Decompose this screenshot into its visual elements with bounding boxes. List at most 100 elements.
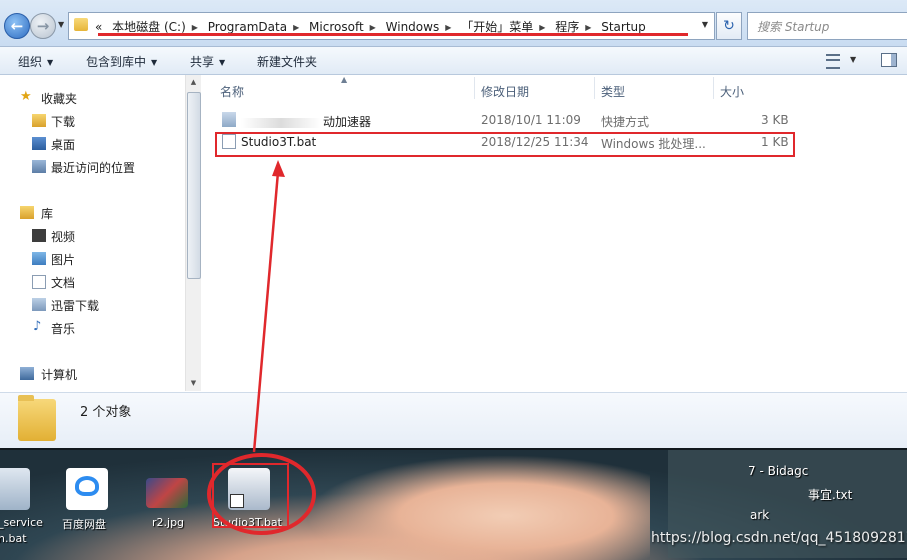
chevron-down-icon[interactable]: ▼ bbox=[702, 20, 708, 29]
redacted-text bbox=[241, 117, 321, 128]
annotation-circle bbox=[207, 453, 316, 535]
computer-icon bbox=[20, 367, 34, 380]
chevron-right-icon[interactable]: ▶ bbox=[293, 23, 299, 32]
documents-icon bbox=[32, 275, 46, 289]
preview-pane-icon[interactable] bbox=[881, 53, 897, 67]
nav-item-downloads[interactable]: 下载 bbox=[51, 113, 75, 130]
desktop-icon-label: n.bat bbox=[0, 532, 27, 545]
column-header-modified[interactable]: 修改日期 bbox=[481, 83, 529, 100]
batch-file-icon[interactable] bbox=[0, 468, 30, 510]
baidu-netdisk-icon[interactable] bbox=[66, 468, 108, 510]
include-library-button[interactable]: 包含到库中 ▼ bbox=[86, 53, 157, 70]
file-list: ▲ 名称 修改日期 类型 大小 动加速器 2018/10/1 11:09 快捷方… bbox=[201, 75, 907, 391]
back-arrow-icon: ← bbox=[10, 17, 24, 35]
desktop-file-label[interactable]: 7 - Bidagc bbox=[748, 464, 808, 478]
chevron-right-icon[interactable]: ▶ bbox=[445, 23, 451, 32]
file-type: 快捷方式 bbox=[601, 115, 650, 129]
folder-icon bbox=[18, 395, 56, 441]
column-header-type[interactable]: 类型 bbox=[601, 83, 625, 100]
scroll-down-icon[interactable]: ▼ bbox=[186, 376, 201, 391]
wallpaper-photo bbox=[290, 450, 650, 560]
file-row[interactable]: 动加速器 2018/10/1 11:09 快捷方式 3 KB bbox=[219, 110, 791, 130]
breadcrumb-prefix[interactable]: « bbox=[95, 20, 102, 34]
chevron-down-icon: ▼ bbox=[219, 58, 226, 67]
file-modified: 2018/10/1 11:09 bbox=[481, 113, 581, 127]
column-divider[interactable] bbox=[713, 77, 714, 99]
search-placeholder: 搜索 Startup bbox=[757, 20, 830, 34]
forward-arrow-icon: → bbox=[36, 17, 50, 35]
organize-label: 组织 bbox=[18, 55, 43, 69]
new-folder-button[interactable]: 新建文件夹 bbox=[257, 53, 317, 70]
desktop-icon-label: 百度网盘 bbox=[62, 518, 106, 531]
file-name: 动加速器 bbox=[241, 113, 371, 130]
chevron-right-icon[interactable]: ▶ bbox=[370, 23, 376, 32]
chevron-down-icon: ▼ bbox=[151, 58, 158, 67]
file-name-text: 动加速器 bbox=[323, 115, 372, 129]
column-header-name[interactable]: 名称 bbox=[220, 83, 244, 100]
thunder-download-icon bbox=[32, 298, 46, 311]
new-folder-label: 新建文件夹 bbox=[257, 55, 318, 69]
view-options-icon[interactable] bbox=[826, 54, 840, 69]
column-divider[interactable] bbox=[594, 77, 595, 99]
address-row: ← → ▼ « 本地磁盘 (C:) ▶ ProgramData ▶ Microsof… bbox=[0, 0, 907, 47]
chevron-right-icon[interactable]: ▶ bbox=[192, 23, 198, 32]
pictures-icon bbox=[32, 252, 46, 265]
nav-item-desktop[interactable]: 桌面 bbox=[51, 136, 75, 153]
watermark-text: https://blog.csdn.net/qq_45180928174 bbox=[651, 530, 907, 546]
annotation-underline bbox=[98, 33, 688, 36]
nav-item-documents[interactable]: 文档 bbox=[51, 274, 75, 291]
nav-computer[interactable]: 计算机 bbox=[41, 366, 77, 383]
refresh-button[interactable]: ↻ bbox=[716, 12, 742, 40]
desktop-file-label[interactable]: ark bbox=[750, 508, 769, 522]
recent-places-icon bbox=[32, 160, 46, 173]
share-button[interactable]: 共享 ▼ bbox=[190, 53, 225, 70]
nav-scrollbar[interactable]: ▲ ▼ bbox=[185, 75, 201, 391]
scroll-up-icon[interactable]: ▲ bbox=[186, 75, 201, 90]
command-bar: 组织 ▼ 包含到库中 ▼ 共享 ▼ 新建文件夹 ▼ bbox=[0, 47, 907, 75]
breadcrumb-item[interactable]: Windows bbox=[386, 20, 440, 34]
music-icon: ♪ bbox=[33, 319, 42, 334]
breadcrumb-item[interactable]: 程序 bbox=[555, 20, 579, 34]
nav-item-pictures[interactable]: 图片 bbox=[51, 251, 75, 268]
downloads-icon bbox=[32, 114, 46, 127]
sort-ascending-icon: ▲ bbox=[341, 75, 348, 84]
column-header-size[interactable]: 大小 bbox=[720, 83, 744, 100]
history-dropdown-icon[interactable]: ▼ bbox=[58, 20, 64, 29]
desktop-file-label[interactable]: 事宜.txt bbox=[808, 486, 852, 503]
chevron-right-icon[interactable]: ▶ bbox=[539, 23, 545, 32]
nav-item-recent[interactable]: 最近访问的位置 bbox=[51, 159, 135, 176]
nav-item-thunder[interactable]: 迅雷下载 bbox=[51, 297, 99, 314]
breadcrumb-item[interactable]: 本地磁盘 (C:) bbox=[112, 20, 186, 34]
organize-button[interactable]: 组织 ▼ bbox=[18, 53, 53, 70]
image-file-icon[interactable] bbox=[146, 478, 188, 508]
shortcut-icon bbox=[222, 112, 236, 127]
chevron-right-icon[interactable]: ▶ bbox=[585, 23, 591, 32]
breadcrumb-item[interactable]: Startup bbox=[601, 20, 646, 34]
forward-button[interactable]: → bbox=[30, 13, 56, 39]
file-size: 3 KB bbox=[761, 113, 789, 127]
column-divider[interactable] bbox=[474, 77, 475, 99]
breadcrumb-item[interactable]: Microsoft bbox=[309, 20, 364, 34]
desktop-icon-label: _service bbox=[0, 516, 43, 529]
explorer-window: ← → ▼ « 本地磁盘 (C:) ▶ ProgramData ▶ Microsof… bbox=[0, 0, 907, 448]
annotation-highlight-box bbox=[215, 132, 795, 157]
search-input[interactable]: 搜索 Startup bbox=[747, 12, 907, 40]
nav-libraries[interactable]: 库 bbox=[41, 205, 53, 222]
chevron-down-icon[interactable]: ▼ bbox=[850, 55, 856, 64]
nav-item-videos[interactable]: 视频 bbox=[51, 228, 75, 245]
breadcrumb-item[interactable]: 「开始」菜单 bbox=[461, 20, 533, 34]
navigation-pane: ★ 收藏夹 下载 桌面 最近访问的位置 库 视频 图片 文档 迅雷下载 ♪ 音乐… bbox=[0, 75, 201, 391]
cloud-icon bbox=[75, 476, 99, 496]
library-icon bbox=[20, 206, 34, 219]
video-icon bbox=[32, 229, 46, 242]
share-label: 共享 bbox=[190, 55, 215, 69]
nav-favorites[interactable]: 收藏夹 bbox=[41, 90, 77, 107]
nav-item-music[interactable]: 音乐 bbox=[51, 320, 75, 337]
scroll-thumb[interactable] bbox=[187, 92, 201, 279]
breadcrumb-item[interactable]: ProgramData bbox=[208, 20, 287, 34]
star-icon: ★ bbox=[20, 89, 32, 104]
refresh-icon: ↻ bbox=[723, 18, 735, 34]
back-button[interactable]: ← bbox=[4, 13, 30, 39]
desktop-icon-label: r2.jpg bbox=[152, 516, 185, 529]
item-count: 2 个对象 bbox=[80, 405, 132, 420]
